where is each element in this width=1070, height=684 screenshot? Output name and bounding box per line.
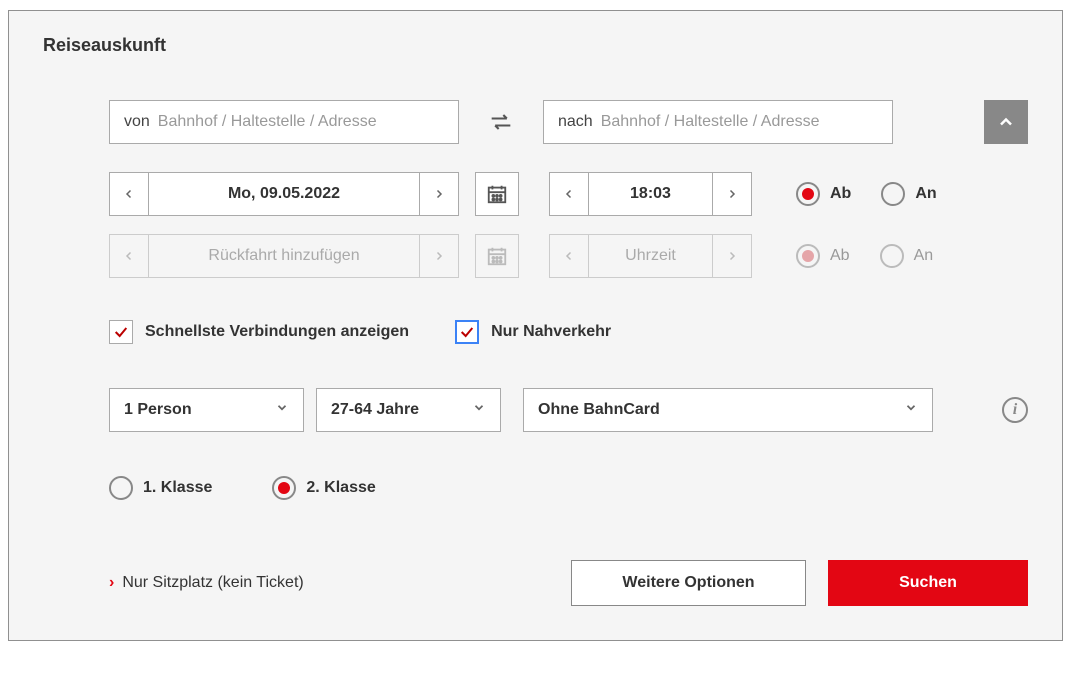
- to-prefix: nach: [558, 113, 593, 131]
- chevron-right-icon: [726, 188, 738, 200]
- radio-circle-icon: [796, 182, 820, 206]
- class-radio-group: 1. Klasse 2. Klasse: [109, 476, 376, 500]
- radio-circle-icon: [880, 244, 904, 268]
- options-checks-row: Schnellste Verbindungen anzeigen Nur Nah…: [43, 320, 1028, 344]
- return-date-next[interactable]: [419, 234, 459, 278]
- chevron-right-icon: [726, 250, 738, 262]
- button-label: Suchen: [899, 574, 957, 592]
- local-only-checkbox[interactable]: Nur Nahverkehr: [455, 320, 611, 344]
- chevron-right-icon: ›: [109, 574, 114, 592]
- second-class-radio[interactable]: 2. Klasse: [272, 476, 375, 500]
- return-an-radio[interactable]: An: [880, 244, 934, 268]
- return-aban-group: Ab An: [796, 244, 933, 268]
- age-select[interactable]: 27-64 Jahre: [316, 388, 501, 432]
- outbound-date-prev[interactable]: [109, 172, 149, 216]
- to-placeholder: Bahnhof / Haltestelle / Adresse: [601, 113, 820, 131]
- button-label: Weitere Optionen: [622, 574, 754, 592]
- outbound-ab-radio[interactable]: Ab: [796, 182, 851, 206]
- radio-label: 2. Klasse: [306, 479, 375, 497]
- checkbox-label: Nur Nahverkehr: [491, 323, 611, 341]
- to-input[interactable]: nach Bahnhof / Haltestelle / Adresse: [543, 100, 893, 144]
- outbound-aban-group: Ab An: [796, 182, 937, 206]
- search-button[interactable]: Suchen: [828, 560, 1028, 606]
- outbound-date-next[interactable]: [419, 172, 459, 216]
- panel-title: Reiseauskunft: [43, 35, 1028, 56]
- checkmark-icon: [113, 324, 129, 340]
- return-time-placeholder[interactable]: Uhrzeit: [589, 234, 712, 278]
- return-ab-radio[interactable]: Ab: [796, 244, 850, 268]
- from-placeholder: Bahnhof / Haltestelle / Adresse: [158, 113, 377, 131]
- first-class-radio[interactable]: 1. Klasse: [109, 476, 212, 500]
- return-calendar-button[interactable]: [475, 234, 519, 278]
- return-row: Rückfahrt hinzufügen Uhrzeit: [43, 234, 1028, 278]
- collapse-button[interactable]: [984, 100, 1028, 144]
- chevron-right-icon: [433, 188, 445, 200]
- radio-label: Ab: [830, 247, 850, 265]
- return-time-prev[interactable]: [549, 234, 589, 278]
- from-input[interactable]: von Bahnhof / Haltestelle / Adresse: [109, 100, 459, 144]
- from-prefix: von: [124, 113, 150, 131]
- chevron-left-icon: [123, 250, 135, 262]
- checkbox-box-icon: [109, 320, 133, 344]
- checkmark-icon: [459, 324, 475, 340]
- swap-button[interactable]: [479, 100, 523, 144]
- checkbox-label: Schnellste Verbindungen anzeigen: [145, 323, 409, 341]
- outbound-time-prev[interactable]: [549, 172, 589, 216]
- seat-only-link[interactable]: › Nur Sitzplatz (kein Ticket): [109, 574, 304, 592]
- fastest-checkbox[interactable]: Schnellste Verbindungen anzeigen: [109, 320, 409, 344]
- return-date-placeholder[interactable]: Rückfahrt hinzufügen: [149, 234, 419, 278]
- travel-search-panel: Reiseauskunft von Bahnhof / Haltestelle …: [8, 10, 1063, 641]
- calendar-icon: [486, 245, 508, 267]
- class-row: 1. Klasse 2. Klasse: [43, 476, 1028, 500]
- info-icon: i: [1013, 401, 1017, 419]
- radio-circle-icon: [796, 244, 820, 268]
- from-to-row: von Bahnhof / Haltestelle / Adresse nach…: [43, 100, 1028, 144]
- radio-label: 1. Klasse: [143, 479, 212, 497]
- more-options-button[interactable]: Weitere Optionen: [571, 560, 806, 606]
- outbound-time-next[interactable]: [712, 172, 752, 216]
- checkbox-box-icon: [455, 320, 479, 344]
- return-date-prev[interactable]: [109, 234, 149, 278]
- chevron-left-icon: [123, 188, 135, 200]
- chevron-up-icon: [996, 112, 1016, 132]
- bahncard-select[interactable]: Ohne BahnCard: [523, 388, 933, 432]
- calendar-icon: [486, 183, 508, 205]
- select-value: 27-64 Jahre: [331, 401, 419, 419]
- radio-label: Ab: [830, 185, 851, 203]
- outbound-time-stepper: 18:03: [549, 172, 752, 216]
- chevron-down-icon: [904, 401, 918, 420]
- chevron-down-icon: [275, 401, 289, 420]
- return-time-stepper: Uhrzeit: [549, 234, 752, 278]
- persons-select[interactable]: 1 Person: [109, 388, 304, 432]
- swap-icon: [487, 108, 515, 136]
- outbound-row: Mo, 09.05.2022 18:03: [43, 172, 1028, 216]
- radio-circle-icon: [272, 476, 296, 500]
- info-button[interactable]: i: [1002, 397, 1028, 423]
- chevron-right-icon: [433, 250, 445, 262]
- radio-circle-icon: [109, 476, 133, 500]
- outbound-calendar-button[interactable]: [475, 172, 519, 216]
- return-date-stepper: Rückfahrt hinzufügen: [109, 234, 459, 278]
- chevron-left-icon: [563, 188, 575, 200]
- radio-circle-icon: [881, 182, 905, 206]
- radio-label: An: [914, 247, 934, 265]
- return-time-next[interactable]: [712, 234, 752, 278]
- passenger-selects-row: 1 Person 27-64 Jahre Ohne BahnCard i: [43, 388, 1028, 432]
- chevron-down-icon: [472, 401, 486, 420]
- outbound-an-radio[interactable]: An: [881, 182, 936, 206]
- outbound-date-stepper: Mo, 09.05.2022: [109, 172, 459, 216]
- bottom-row: › Nur Sitzplatz (kein Ticket) Weitere Op…: [43, 560, 1028, 606]
- radio-label: An: [915, 185, 936, 203]
- outbound-time-value[interactable]: 18:03: [589, 172, 712, 216]
- seat-only-label: Nur Sitzplatz (kein Ticket): [122, 574, 303, 592]
- chevron-left-icon: [563, 250, 575, 262]
- select-value: 1 Person: [124, 401, 192, 419]
- select-value: Ohne BahnCard: [538, 401, 660, 419]
- outbound-date-value[interactable]: Mo, 09.05.2022: [149, 172, 419, 216]
